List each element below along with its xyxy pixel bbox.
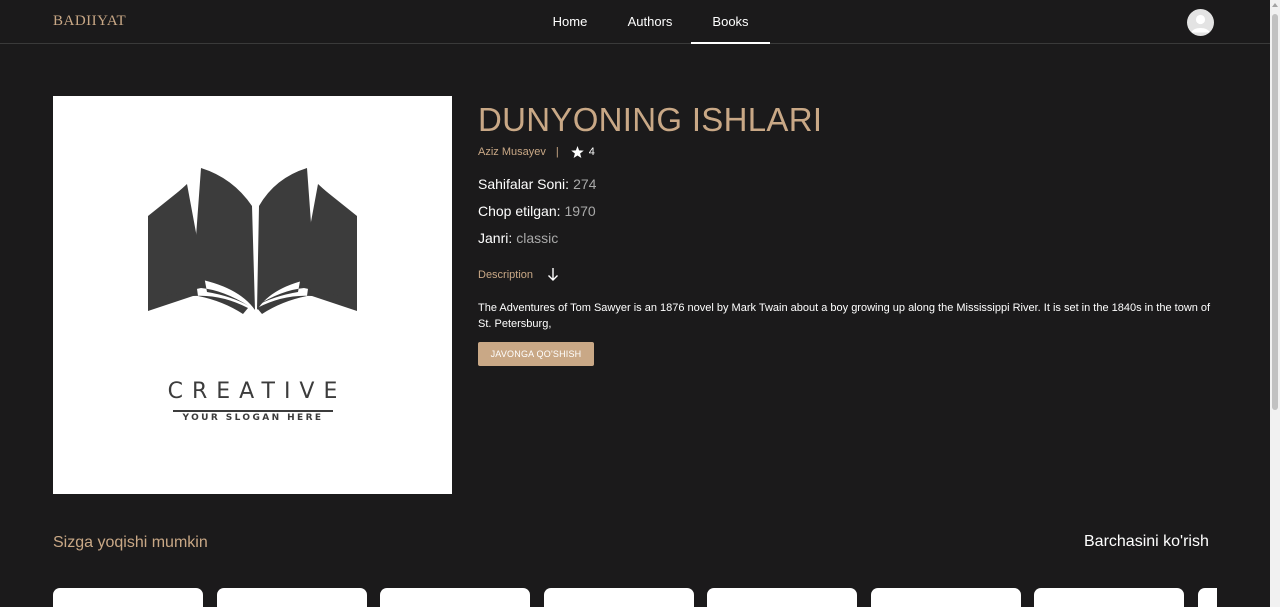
scroll-thumb[interactable]	[1272, 14, 1278, 410]
detail-published: Chop etilgan: 1970	[478, 203, 596, 219]
detail-label: Janri:	[478, 230, 513, 246]
book-card[interactable]	[53, 588, 203, 607]
book-meta: Aziz Musayev | 4	[478, 146, 595, 158]
detail-label: Sahifalar Soni:	[478, 176, 570, 192]
rating-value: 4	[588, 146, 595, 158]
scroll-up-icon[interactable]	[1272, 3, 1278, 7]
detail-value: classic	[516, 230, 559, 246]
navbar: BADIIYAT Home Authors Books	[0, 0, 1270, 44]
book-cover-image: CREATIVE YOUR SLOGAN HERE	[53, 96, 452, 494]
section-title: Sizga yoqishi mumkin	[53, 534, 208, 551]
nav-authors[interactable]: Authors	[621, 0, 679, 44]
detail-genre: Janri: classic	[478, 230, 558, 246]
author-link[interactable]: Aziz Musayev	[478, 146, 546, 158]
book-title: DUNYONING ISHLARI	[478, 101, 823, 138]
book-rating: 4	[570, 146, 595, 158]
detail-value: 274	[573, 176, 597, 192]
star-icon	[570, 146, 584, 158]
page-scrollbar[interactable]	[1270, 0, 1280, 607]
book-card[interactable]	[1034, 588, 1184, 607]
detail-pages: Sahifalar Soni: 274	[478, 176, 596, 192]
see-all-link[interactable]: Barchasini ko'rish	[1084, 533, 1209, 551]
arrow-down-icon[interactable]	[547, 267, 559, 282]
description-label: Description	[478, 268, 534, 281]
cover-brand-text: CREATIVE	[167, 379, 347, 404]
nav-books[interactable]: Books	[691, 0, 770, 44]
book-card[interactable]	[380, 588, 530, 607]
nav-home[interactable]: Home	[546, 0, 594, 44]
open-book-icon	[148, 168, 357, 314]
cover-slogan-text: YOUR SLOGAN HERE	[173, 410, 333, 423]
detail-value: 1970	[564, 203, 596, 219]
add-to-shelf-button[interactable]: JAVONGA QO'SHISH	[478, 342, 594, 366]
book-card[interactable]	[544, 588, 694, 607]
book-card[interactable]	[1198, 588, 1217, 607]
book-description: The Adventures of Tom Sawyer is an 1876 …	[478, 302, 1211, 330]
book-card[interactable]	[217, 588, 367, 607]
site-logo[interactable]: BADIIYAT	[53, 13, 126, 30]
book-card[interactable]	[871, 588, 1021, 607]
detail-label: Chop etilgan:	[478, 203, 561, 219]
description-toggle[interactable]: Description	[478, 267, 559, 282]
book-card[interactable]	[707, 588, 857, 607]
meta-separator: |	[555, 146, 559, 158]
user-avatar-icon[interactable]	[1187, 9, 1214, 36]
